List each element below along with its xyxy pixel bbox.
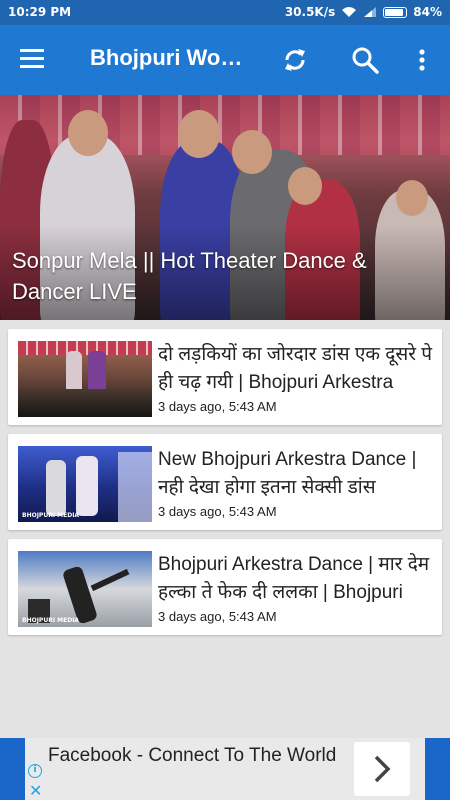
video-card[interactable]: दो लड़कियों का जोरदार डांस एक दूसरे पे ह… bbox=[8, 329, 442, 425]
featured-title: Sonpur Mela || Hot Theater Dance & Dance… bbox=[12, 248, 367, 304]
video-date: 3 days ago, 5:43 AM bbox=[158, 399, 277, 414]
ad-cta-button[interactable] bbox=[354, 742, 410, 796]
performer-head bbox=[396, 180, 428, 216]
menu-icon[interactable] bbox=[20, 49, 48, 71]
more-vert-icon[interactable] bbox=[405, 43, 439, 77]
app-title: Bhojpuri Wo… bbox=[90, 45, 243, 70]
status-time: 10:29 PM bbox=[8, 5, 72, 19]
ad-content[interactable]: Facebook - Connect To The World bbox=[25, 738, 425, 800]
signal-icon bbox=[364, 7, 377, 17]
video-title: New Bhojpuri Arkestra Dance | नही देखा ह… bbox=[158, 449, 417, 498]
search-icon[interactable] bbox=[348, 43, 382, 77]
video-date: 3 days ago, 5:43 AM bbox=[158, 609, 277, 624]
chevron-right-icon bbox=[374, 755, 391, 783]
thumbnail-watermark: BHOJPURI MEDIA bbox=[22, 512, 80, 519]
video-thumbnail bbox=[18, 341, 152, 417]
ad-banner[interactable]: Facebook - Connect To The World i ✕ bbox=[0, 738, 450, 800]
video-card[interactable]: BHOJPURI MEDIA Bhojpuri Arkestra Dance |… bbox=[8, 539, 442, 635]
wifi-icon bbox=[342, 7, 357, 17]
thumbnail-watermark: BHOJPURI MEDIA bbox=[22, 617, 80, 624]
ad-text: Facebook - Connect To The World bbox=[48, 745, 337, 766]
video-title: दो लड़कियों का जोरदार डांस एक दूसरे पे ह… bbox=[158, 344, 433, 393]
performer-head bbox=[232, 130, 272, 174]
status-bar: 10:29 PM 30.5K/s 84% bbox=[0, 0, 450, 25]
status-indicators: 30.5K/s 84% bbox=[285, 5, 442, 19]
video-title: Bhojpuri Arkestra Dance | मार देम हल्का … bbox=[158, 554, 430, 603]
network-speed: 30.5K/s bbox=[284, 5, 336, 19]
app-bar: Bhojpuri Wo… bbox=[0, 25, 450, 95]
video-thumbnail: BHOJPURI MEDIA bbox=[18, 446, 152, 522]
video-date: 3 days ago, 5:43 AM bbox=[158, 504, 277, 519]
performer-head bbox=[68, 110, 108, 156]
battery-icon bbox=[383, 6, 408, 18]
ad-info-icon[interactable]: i bbox=[28, 764, 42, 778]
ad-close-icon[interactable]: ✕ bbox=[29, 781, 42, 800]
battery-percent: 84% bbox=[413, 5, 442, 19]
performer-head bbox=[178, 110, 220, 158]
video-card[interactable]: BHOJPURI MEDIA New Bhojpuri Arkestra Dan… bbox=[8, 434, 442, 530]
video-thumbnail: BHOJPURI MEDIA bbox=[18, 551, 152, 627]
refresh-icon[interactable] bbox=[278, 43, 312, 77]
performer-head bbox=[288, 167, 322, 205]
featured-video[interactable]: Sonpur Mela || Hot Theater Dance & Dance… bbox=[0, 95, 450, 320]
